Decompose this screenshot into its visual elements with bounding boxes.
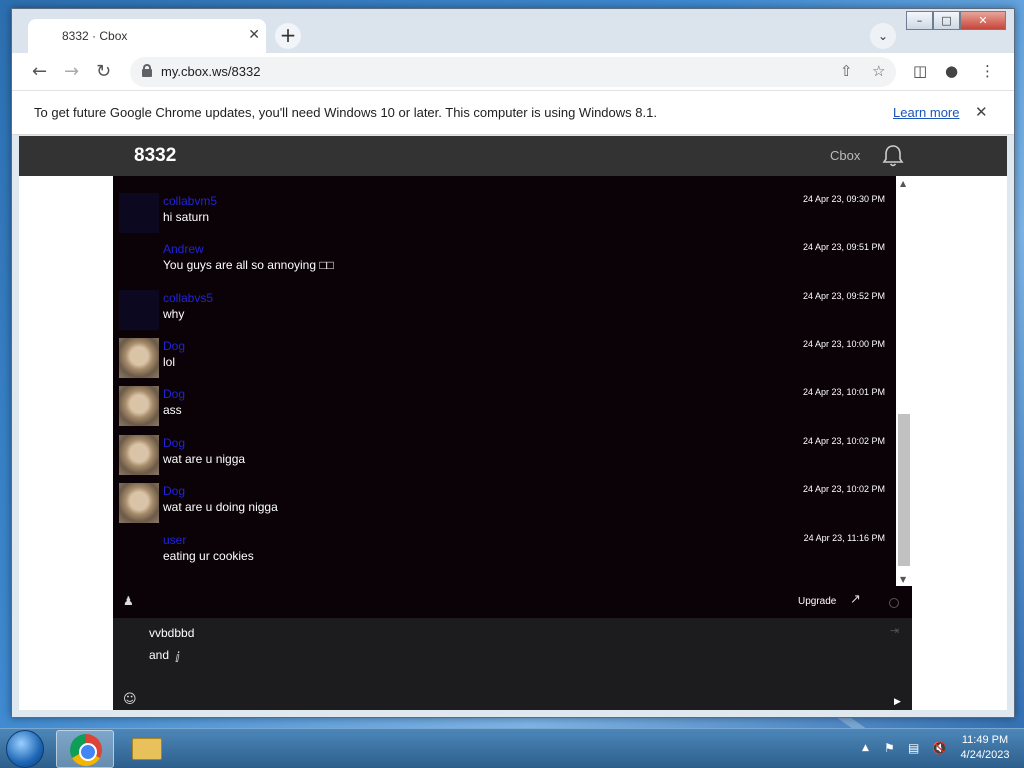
page-content: 8332 Cbox collabvm5 hi saturn 24 Apr 23,… <box>19 136 1007 710</box>
message-author[interactable]: Dog <box>163 436 185 450</box>
tray-expand-icon[interactable]: ▲ <box>862 743 869 753</box>
avatar <box>119 435 159 475</box>
message-time: 24 Apr 23, 10:02 PM <box>802 436 885 446</box>
message-time: 24 Apr 23, 11:16 PM <box>803 533 885 543</box>
message-author[interactable]: collabvs5 <box>163 291 213 305</box>
list-item: Dog wat are u nigga 24 Apr 23, 10:02 PM <box>113 431 893 479</box>
message-time: 24 Apr 23, 09:52 PM <box>802 291 885 301</box>
login-icon[interactable]: ⇥ <box>890 624 899 637</box>
restore-button[interactable]: □ <box>933 11 960 30</box>
lock-icon[interactable] <box>142 64 152 77</box>
list-item: user eating ur cookies 24 Apr 23, 11:16 … <box>113 528 893 576</box>
list-item: Dog ass 24 Apr 23, 10:01 PM <box>113 382 893 430</box>
chrome-window: 8332 · Cbox ✕ + ⌄ – □ ✕ ← → ↻ my.cbox.ws… <box>11 8 1015 718</box>
new-tab-button[interactable]: + <box>275 23 301 49</box>
list-item: Dog wat are u doing nigga 24 Apr 23, 10:… <box>113 479 893 527</box>
action-center-flag-icon[interactable]: ⚑ <box>884 741 895 755</box>
user-icon[interactable]: ♟ <box>123 594 134 608</box>
menu-kebab-icon[interactable]: ⋮ <box>980 62 995 80</box>
url-text[interactable]: my.cbox.ws/8332 <box>161 64 260 79</box>
infobar-close-icon[interactable]: ✕ <box>975 103 988 121</box>
minimize-button[interactable]: – <box>906 11 933 30</box>
message-author[interactable]: Dog <box>163 484 185 498</box>
volume-muted-icon[interactable]: 🔇 <box>932 741 947 755</box>
message-text: why <box>163 307 185 321</box>
message-time: 24 Apr 23, 10:00 PM <box>802 339 885 349</box>
tab-cbox[interactable]: 8332 · Cbox ✕ <box>28 19 266 53</box>
message-time: 24 Apr 23, 09:51 PM <box>802 242 885 252</box>
scroll-thumb[interactable] <box>898 414 910 566</box>
browser-toolbar: ← → ↻ my.cbox.ws/8332 ⇧ ☆ ◫ ● ⋮ <box>12 53 1014 91</box>
taskbar-chrome[interactable] <box>56 730 114 768</box>
start-button[interactable] <box>6 730 44 768</box>
message-time: 24 Apr 23, 10:01 PM <box>802 387 885 397</box>
forward-icon[interactable]: → <box>64 61 79 82</box>
avatar <box>119 193 159 233</box>
folder-icon <box>132 738 162 760</box>
update-infobar: To get future Google Chrome updates, you… <box>12 91 1014 135</box>
list-item: collabvm5 hi saturn 24 Apr 23, 09:30 PM <box>113 189 893 237</box>
send-arrow-icon[interactable]: ▶ <box>894 697 901 707</box>
message-text: wat are u nigga <box>163 452 246 466</box>
bell-icon[interactable] <box>880 143 906 169</box>
message-author[interactable]: Andrew <box>163 242 204 256</box>
message-author[interactable]: Dog <box>163 387 185 401</box>
network-icon[interactable]: ▤ <box>908 741 919 755</box>
message-text: hi saturn <box>163 210 210 224</box>
message-text: eating ur cookies <box>163 549 254 563</box>
chrome-icon <box>70 734 102 766</box>
message-time: 24 Apr 23, 09:30 PM <box>802 194 885 204</box>
reload-icon[interactable]: ↻ <box>96 61 111 82</box>
message-text: You guys are all so annoying □□ <box>163 258 334 272</box>
tab-close-icon[interactable]: ✕ <box>248 27 260 43</box>
upgrade-link[interactable]: Upgrade <box>798 596 836 607</box>
clock-time: 11:49 PM <box>961 734 1009 746</box>
system-clock[interactable]: 11:49 PM 4/24/2023 <box>952 733 1018 763</box>
cbox-header: 8332 Cbox <box>19 136 1007 176</box>
message-text: wat are u doing nigga <box>163 500 278 514</box>
scroll-up-icon[interactable]: ▲ <box>900 179 906 188</box>
text-cursor-icon: ⅈ <box>175 650 180 666</box>
message-time: 24 Apr 23, 10:02 PM <box>802 484 885 494</box>
learn-more-link[interactable]: Learn more <box>893 105 959 120</box>
avatar <box>119 386 159 426</box>
list-item: collabvs5 why 24 Apr 23, 09:52 PM <box>113 286 893 334</box>
chat-messages: collabvm5 hi saturn 24 Apr 23, 09:30 PM … <box>113 176 912 586</box>
status-circle-icon[interactable] <box>889 598 899 608</box>
profile-icon[interactable]: ● <box>945 62 958 80</box>
emoji-icon[interactable]: ☺ <box>123 692 137 707</box>
close-button[interactable]: ✕ <box>960 11 1006 30</box>
compose-input[interactable]: vvbdbbd and <box>149 622 194 666</box>
scroll-down-icon[interactable]: ▼ <box>900 575 906 584</box>
avatar <box>119 290 159 330</box>
window-controls: – □ ✕ <box>906 11 1006 30</box>
cbox-brand-link[interactable]: Cbox <box>830 148 860 163</box>
address-bar[interactable]: my.cbox.ws/8332 ⇧ ☆ <box>130 57 896 87</box>
chat-toolbar: ♟ Upgrade ↗ <box>113 586 912 618</box>
avatar <box>119 483 159 523</box>
side-panel-icon[interactable]: ◫ <box>913 62 927 80</box>
message-author[interactable]: collabvm5 <box>163 194 217 208</box>
message-compose[interactable]: vvbdbbd and ⅈ ⇥ ☺ ▶ <box>113 618 912 710</box>
list-item: Andrew You guys are all so annoying □□ 2… <box>113 237 893 285</box>
title-bar: 8332 · Cbox ✕ + ⌄ – □ ✕ <box>12 9 1014 53</box>
message-text: lol <box>163 355 176 369</box>
share-icon[interactable]: ⇧ <box>840 62 853 80</box>
taskbar: ▲ ⚑ ▤ 🔇 11:49 PM 4/24/2023 <box>0 728 1024 768</box>
bookmark-star-icon[interactable]: ☆ <box>872 62 885 80</box>
tab-title: 8332 · Cbox <box>62 29 128 43</box>
external-link-icon[interactable]: ↗ <box>850 592 861 607</box>
message-author[interactable]: user <box>163 533 186 547</box>
cbox-title: 8332 <box>134 145 177 166</box>
avatar <box>119 338 159 378</box>
back-icon[interactable]: ← <box>32 61 47 82</box>
chat-scrollbar[interactable]: ▲ ▼ <box>896 176 912 586</box>
list-item: Dog lol 24 Apr 23, 10:00 PM <box>113 334 893 382</box>
clock-date: 4/24/2023 <box>960 749 1010 761</box>
taskbar-explorer[interactable] <box>118 730 176 768</box>
tab-search-icon[interactable]: ⌄ <box>870 23 896 49</box>
message-author[interactable]: Dog <box>163 339 185 353</box>
message-text: ass <box>163 403 182 417</box>
infobar-message: To get future Google Chrome updates, you… <box>34 105 657 120</box>
